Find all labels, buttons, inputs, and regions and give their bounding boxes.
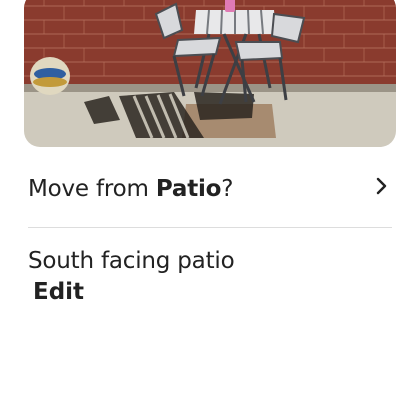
edit-link[interactable]: Edit xyxy=(33,279,84,305)
chevron-right-icon xyxy=(376,177,387,195)
patio-photo-image xyxy=(24,0,396,147)
divider xyxy=(28,227,392,228)
space-description: South facing patio xyxy=(28,248,235,274)
move-from-space-row[interactable]: Move from Patio? xyxy=(24,166,396,226)
move-prefix-text: Move from xyxy=(28,176,156,202)
patio-photo xyxy=(24,0,396,147)
current-space-name: Patio xyxy=(155,176,222,202)
move-suffix-text: ? xyxy=(221,176,234,202)
move-from-label: Move from Patio? xyxy=(28,176,233,202)
